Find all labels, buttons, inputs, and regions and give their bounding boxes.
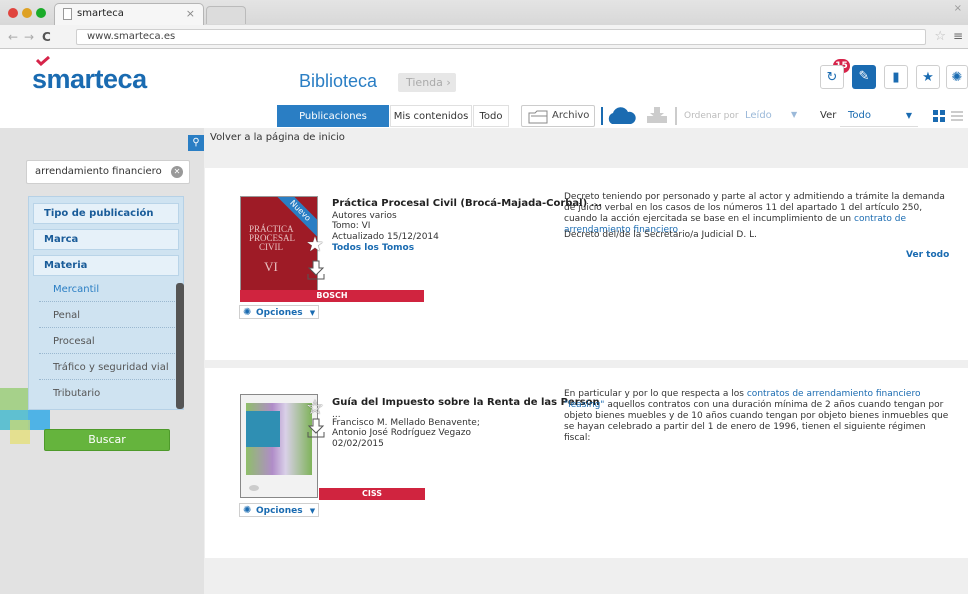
cover-label <box>246 411 280 447</box>
book-title[interactable]: Guía del Impuesto sobre la Renta de las … <box>332 397 600 408</box>
star-icon[interactable]: ★ <box>916 65 940 89</box>
facet-item-trafico[interactable]: Tráfico y seguridad vial <box>39 356 177 380</box>
gear-icon: ✺ <box>243 505 252 516</box>
facet-marca[interactable]: Marca <box>33 229 179 250</box>
forward-arrow-icon[interactable]: → <box>24 30 34 44</box>
ver-select[interactable]: Todo ▼ <box>840 105 918 127</box>
excerpt-text: aquellos contratos con una duración míni… <box>564 400 949 443</box>
tab-publicaciones-smarteca[interactable]: Publicaciones smarteca <box>277 105 389 144</box>
facet-materia[interactable]: Materia <box>33 255 179 276</box>
publisher-bar: BOSCH <box>240 290 424 302</box>
ver-label: Ver <box>820 110 837 121</box>
facet-panel: Tipo de publicación Marca Materia Mercan… <box>28 196 184 410</box>
ordenar-label: Ordenar por <box>684 111 739 121</box>
result-excerpt: En particular y por lo que respecta a lo… <box>564 389 949 444</box>
gear-icon: ✺ <box>243 307 252 318</box>
logo[interactable]: smarteca <box>32 64 147 95</box>
cover-logo <box>249 485 259 491</box>
opciones-button[interactable]: ✺ Opciones ▼ <box>239 305 319 319</box>
facet-item-procesal[interactable]: Procesal <box>39 330 177 354</box>
close-window-icon[interactable] <box>8 8 18 18</box>
toolbar-divider <box>601 107 603 125</box>
decoration <box>28 410 50 430</box>
download-icon[interactable] <box>644 106 670 124</box>
book-volume: Tomo: VI <box>332 221 371 231</box>
archivo-label: Archivo <box>552 110 590 121</box>
search-input-value: arrendamiento financiero <box>35 166 162 177</box>
chevron-down-icon: ▼ <box>309 309 316 317</box>
tienda-button[interactable]: Tienda › <box>398 73 456 92</box>
chevron-down-icon: ▼ <box>905 111 912 120</box>
grid-view-icon[interactable] <box>933 110 945 122</box>
ver-value: Todo <box>848 110 871 121</box>
tab-close-icon[interactable]: × <box>186 7 195 20</box>
all-volumes-link[interactable]: Todos los Tomos <box>332 243 414 253</box>
facet-item-mercantil[interactable]: Mercantil <box>39 278 177 302</box>
ordenar-select[interactable]: Leído <box>745 110 772 121</box>
toolbar-divider <box>675 107 677 125</box>
back-arrow-icon[interactable]: ← <box>8 30 18 44</box>
decoration <box>10 420 30 444</box>
back-link[interactable]: Volver a la página de inicio <box>210 132 345 143</box>
facet-tipo-publicacion[interactable]: Tipo de publicación <box>33 203 179 224</box>
chevron-down-icon: ▼ <box>309 507 316 515</box>
tag-icon[interactable]: ✎ <box>852 65 876 89</box>
list-view-icon[interactable] <box>951 110 963 122</box>
search-input[interactable]: arrendamiento financiero ✕ <box>26 160 190 184</box>
decoration <box>0 388 28 410</box>
address-bar-row: ← → C www.smarteca.es ☆ ≡ <box>0 25 968 49</box>
archive-icon <box>528 110 548 124</box>
toolbar: Publicaciones smarteca Mis contenidos To… <box>0 102 968 144</box>
tab-todo[interactable]: Todo <box>473 105 509 127</box>
tab-mis-contenidos[interactable]: Mis contenidos <box>390 105 472 127</box>
url-field[interactable]: www.smarteca.es <box>76 29 926 45</box>
favorite-star-icon[interactable]: ☆ <box>306 395 324 419</box>
archivo-button[interactable]: Archivo <box>521 105 595 127</box>
tab-title: smarteca <box>77 8 124 19</box>
reload-icon[interactable]: C <box>42 30 51 44</box>
facet-item-penal[interactable]: Penal <box>39 304 177 328</box>
opciones-button[interactable]: ✺ Opciones ▼ <box>239 503 319 517</box>
facet-scrollbar[interactable] <box>176 283 184 409</box>
book-authors: Francisco M. Mellado Benavente; Antonio … <box>332 418 480 438</box>
new-tab-button[interactable] <box>206 6 246 24</box>
opciones-label: Opciones <box>256 506 303 516</box>
buscar-button[interactable]: Buscar <box>44 429 170 451</box>
page-title: Biblioteca <box>299 71 378 91</box>
chevron-down-icon[interactable]: ▼ <box>791 110 797 119</box>
result-excerpt: Decreto del/de la Secretario/a Judicial … <box>564 230 757 240</box>
book-authors: Autores varios <box>332 211 397 221</box>
cover-volume: VI <box>264 259 278 274</box>
nuevo-ribbon: Nuevo <box>277 197 317 237</box>
cloud-icon[interactable] <box>605 107 637 125</box>
maximize-window-icon[interactable] <box>36 8 46 18</box>
minimize-window-icon[interactable] <box>22 8 32 18</box>
browser-menu-icon[interactable]: ≡ <box>953 29 963 43</box>
download-icon[interactable] <box>307 418 325 438</box>
page-icon <box>63 8 72 20</box>
book-date: 02/02/2015 <box>332 439 384 449</box>
refresh-icon[interactable]: ↻ <box>820 65 844 89</box>
excerpt-text: En particular y por lo que respecta a lo… <box>564 389 747 399</box>
browser-tab[interactable]: smarteca × <box>54 3 204 25</box>
bookmark-icon[interactable]: ▮ <box>884 65 908 89</box>
gear-icon[interactable]: ✺ <box>946 65 968 89</box>
cover-title-line: CIVIL <box>259 242 283 252</box>
publisher-bar: CISS <box>319 488 425 500</box>
facet-item-tributario[interactable]: Tributario <box>39 382 177 406</box>
search-icon[interactable]: ⚲ <box>188 135 204 151</box>
clear-search-icon[interactable]: ✕ <box>171 166 183 178</box>
nuevo-label: Nuevo <box>277 197 317 237</box>
ver-todo-link[interactable]: Ver todo <box>906 250 949 260</box>
window-close-icon[interactable]: × <box>954 3 962 14</box>
bookmark-star-icon[interactable]: ☆ <box>934 29 946 44</box>
opciones-label: Opciones <box>256 308 303 318</box>
favorite-star-icon[interactable]: ★ <box>306 232 324 256</box>
download-icon[interactable] <box>307 260 325 280</box>
book-title[interactable]: Práctica Procesal Civil (Brocá-Majada-Co… <box>332 198 602 209</box>
book-updated: Actualizado 15/12/2014 <box>332 232 439 242</box>
